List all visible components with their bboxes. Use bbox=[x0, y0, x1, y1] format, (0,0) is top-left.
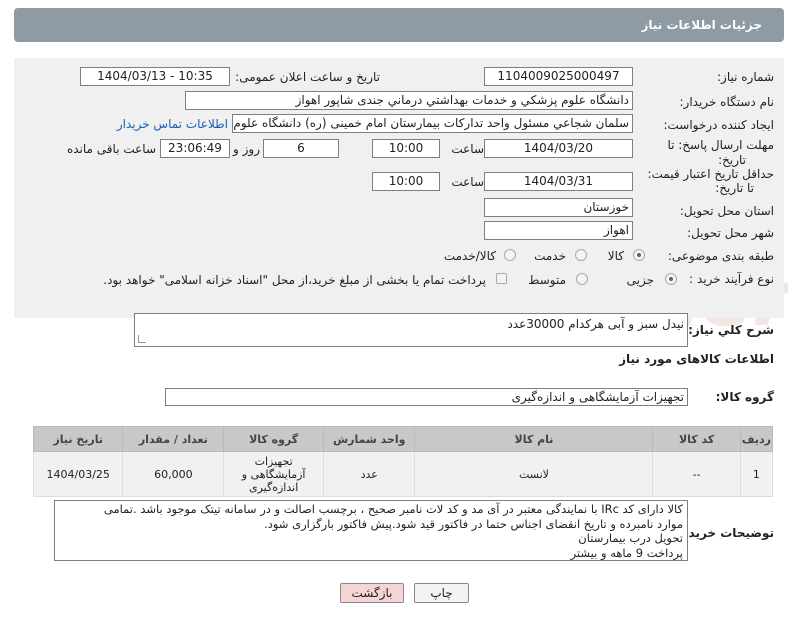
need-number-field[interactable]: 1104009025000497 bbox=[484, 67, 633, 86]
category-goods-radio[interactable] bbox=[633, 249, 645, 261]
goods-group-label: گروه کالا: bbox=[715, 390, 774, 404]
cell-qty: 60,000 bbox=[122, 451, 225, 497]
category-service-radio[interactable] bbox=[575, 249, 587, 261]
col-header-group: گروه کالا bbox=[223, 426, 325, 452]
buyer-org-field[interactable]: دانشگاه علوم پزشكي و خدمات بهداشتي درمان… bbox=[185, 91, 633, 110]
province-label: استان محل تحویل: bbox=[679, 204, 774, 218]
need-number-label: شماره نیاز: bbox=[717, 70, 774, 84]
deadline-time-label: ساعت bbox=[451, 142, 484, 156]
remaining-time-field[interactable]: 23:06:49 bbox=[160, 139, 230, 158]
price-validity-time-field[interactable]: 10:00 bbox=[372, 172, 440, 191]
remaining-time-label: ساعت باقی مانده bbox=[66, 142, 156, 156]
cell-code: -- bbox=[652, 451, 741, 497]
price-validity-sublabel: تا تاریخ: bbox=[715, 181, 754, 195]
goods-group-field[interactable]: تجهیزات آزمایشگاهی و اندازه‌گیری bbox=[165, 388, 688, 406]
announce-datetime-field[interactable]: 1404/03/13 - 10:35 bbox=[80, 67, 230, 86]
process-medium-radio[interactable] bbox=[576, 273, 588, 285]
cell-date: 1404/03/25 bbox=[32, 451, 124, 497]
cell-group: تجهیزات آزمایشگاهی و اندازه‌گیری bbox=[223, 451, 325, 497]
deadline-label: مهلت ارسال پاسخ: تا bbox=[667, 138, 774, 152]
col-header-index: ردیف bbox=[739, 426, 774, 452]
table-header-row: ردیف کد کالا نام کالا واحد شمارش گروه کا… bbox=[32, 426, 774, 452]
city-label: شهر محل تحویل: bbox=[687, 226, 774, 240]
process-minor-radio[interactable] bbox=[665, 273, 677, 285]
creator-label: ایجاد کننده درخواست: bbox=[663, 118, 774, 132]
cell-name: لانست bbox=[414, 451, 654, 497]
days-label: روز و bbox=[233, 142, 260, 156]
cell-unit: عدد bbox=[323, 451, 416, 497]
buyer-notes-line: کالا دارای کد IRc با نمایندگی معتبر در آ… bbox=[103, 502, 683, 516]
deadline-date-sublabel: تاریخ: bbox=[718, 153, 746, 167]
col-header-qty: تعداد / مقدار bbox=[122, 426, 225, 452]
cell-index: 1 bbox=[739, 451, 774, 497]
col-header-name: نام کالا bbox=[414, 426, 654, 452]
treasury-payment-checkbox[interactable] bbox=[496, 273, 507, 284]
col-header-date: تاریخ نیاز bbox=[32, 426, 124, 452]
city-field[interactable]: اهواز bbox=[484, 221, 633, 240]
summary-label: شرح کلي نياز: bbox=[688, 323, 774, 337]
summary-text: نیدل سبز و آبی هرکدام 30000عدد bbox=[507, 317, 684, 331]
page-title: جزئیات اطلاعات نیاز bbox=[641, 18, 762, 32]
category-label: طبقه بندی موضوعی: bbox=[667, 249, 774, 263]
deadline-time-field[interactable]: 10:00 bbox=[372, 139, 440, 158]
process-minor-label: جزیی bbox=[626, 273, 654, 287]
price-validity-time-label: ساعت bbox=[451, 175, 484, 189]
creator-field[interactable]: سلمان شجاعي مسئول واحد تدارکات بیمارستان… bbox=[232, 114, 633, 133]
back-button[interactable]: بازگشت bbox=[340, 583, 404, 603]
buyer-notes-field[interactable]: کالا دارای کد IRc با نمایندگی معتبر در آ… bbox=[54, 500, 688, 561]
table-row[interactable]: 1 -- لانست عدد تجهیزات آزمایشگاهی و اندا… bbox=[32, 451, 774, 497]
buyer-notes-line: پرداخت 9 ماهه و بیشتر bbox=[570, 545, 683, 560]
deadline-date-field[interactable]: 1404/03/20 bbox=[484, 139, 633, 158]
buyer-notes-line: تحویل درب بیمارستان bbox=[578, 531, 683, 545]
goods-table: ردیف کد کالا نام کالا واحد شمارش گروه کا… bbox=[32, 426, 774, 497]
remaining-days-field[interactable]: 6 bbox=[263, 139, 339, 158]
category-goods-label: کالا bbox=[607, 249, 624, 263]
col-header-code: کد کالا bbox=[652, 426, 741, 452]
process-medium-label: متوسط bbox=[528, 273, 566, 287]
category-service-label: خدمت bbox=[534, 249, 566, 263]
treasury-payment-note: پرداخت تمام یا بخشی از مبلغ خرید،از محل … bbox=[103, 273, 486, 287]
print-button[interactable]: چاپ bbox=[414, 583, 469, 603]
province-field[interactable]: خوزستان bbox=[484, 198, 633, 217]
announce-datetime-label: تاریخ و ساعت اعلان عمومی: bbox=[235, 70, 380, 84]
buyer-contact-link[interactable]: اطلاعات تماس خریدار bbox=[117, 117, 228, 131]
buyer-org-label: نام دستگاه خریدار: bbox=[679, 95, 775, 109]
price-validity-date-field[interactable]: 1404/03/31 bbox=[484, 172, 633, 191]
category-goods-service-radio[interactable] bbox=[504, 249, 516, 261]
price-validity-label: حداقل تاریخ اعتبار قیمت: bbox=[647, 167, 774, 181]
summary-field[interactable]: نیدل سبز و آبی هرکدام 30000عدد bbox=[134, 313, 688, 347]
page-header: جزئیات اطلاعات نیاز bbox=[14, 8, 784, 42]
resize-grip-icon[interactable] bbox=[138, 335, 146, 343]
buyer-notes-line: موارد نامبرده و تاریخ انقضای اجناس حتما … bbox=[264, 516, 683, 531]
col-header-unit: واحد شمارش bbox=[323, 426, 416, 452]
goods-section-title: اطلاعات کالاهای مورد نیاز bbox=[619, 352, 774, 366]
process-type-label: نوع فرآیند خرید : bbox=[689, 272, 774, 286]
category-goods-service-label: کالا/خدمت bbox=[443, 249, 496, 263]
